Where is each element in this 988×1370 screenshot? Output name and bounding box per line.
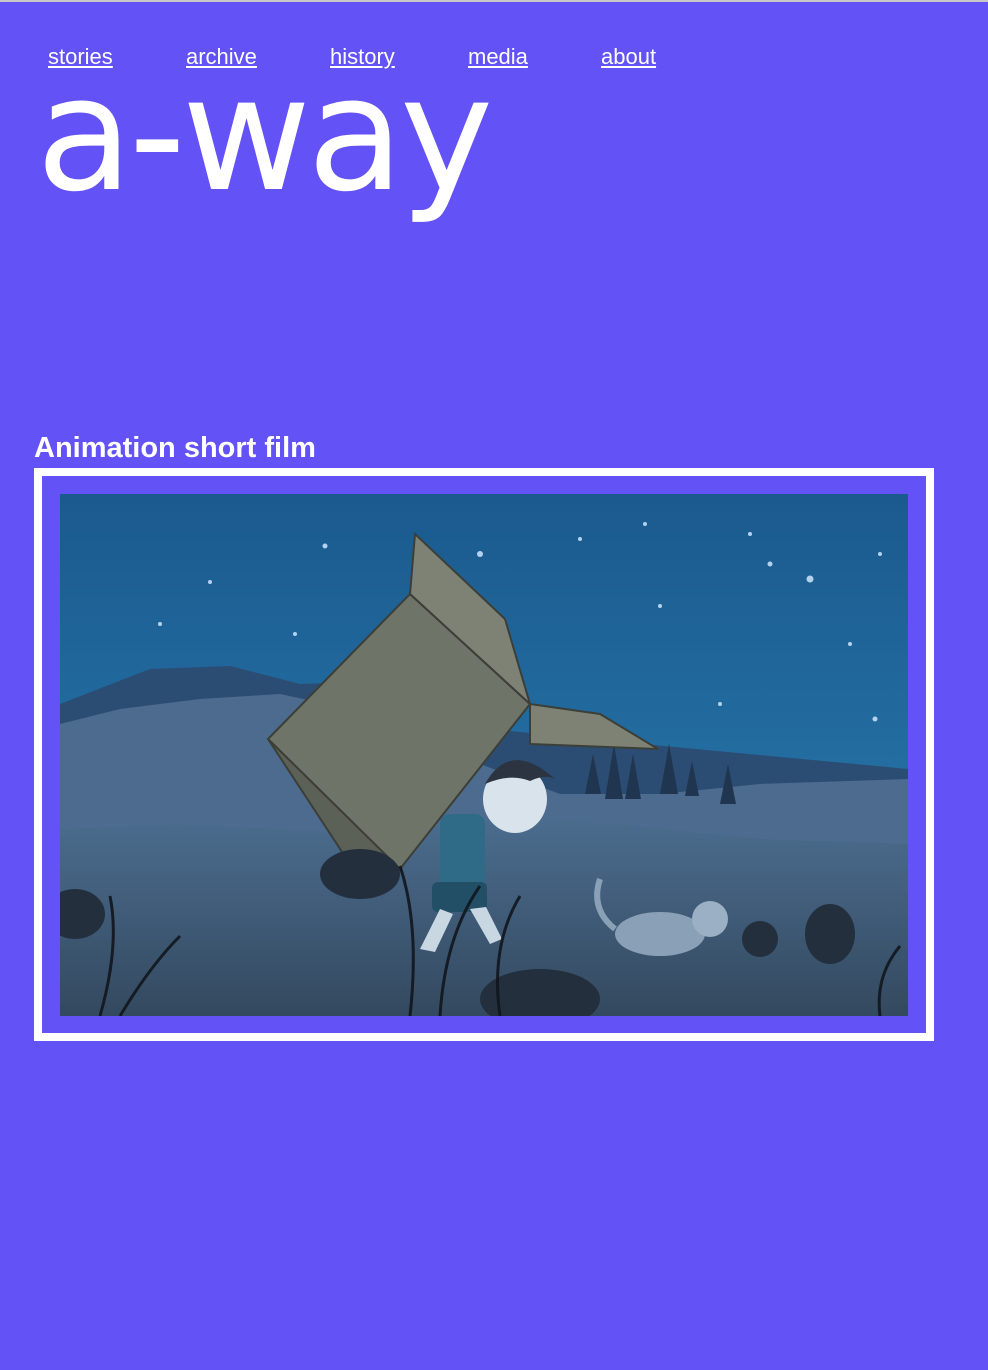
site-logo[interactable]: a-way [36, 56, 493, 214]
video-frame [34, 468, 934, 1041]
nav-link-about[interactable]: about [601, 44, 656, 70]
video-player[interactable] [60, 494, 908, 1016]
animation-still-image [60, 494, 908, 1016]
section-title: Animation short film [34, 432, 316, 464]
